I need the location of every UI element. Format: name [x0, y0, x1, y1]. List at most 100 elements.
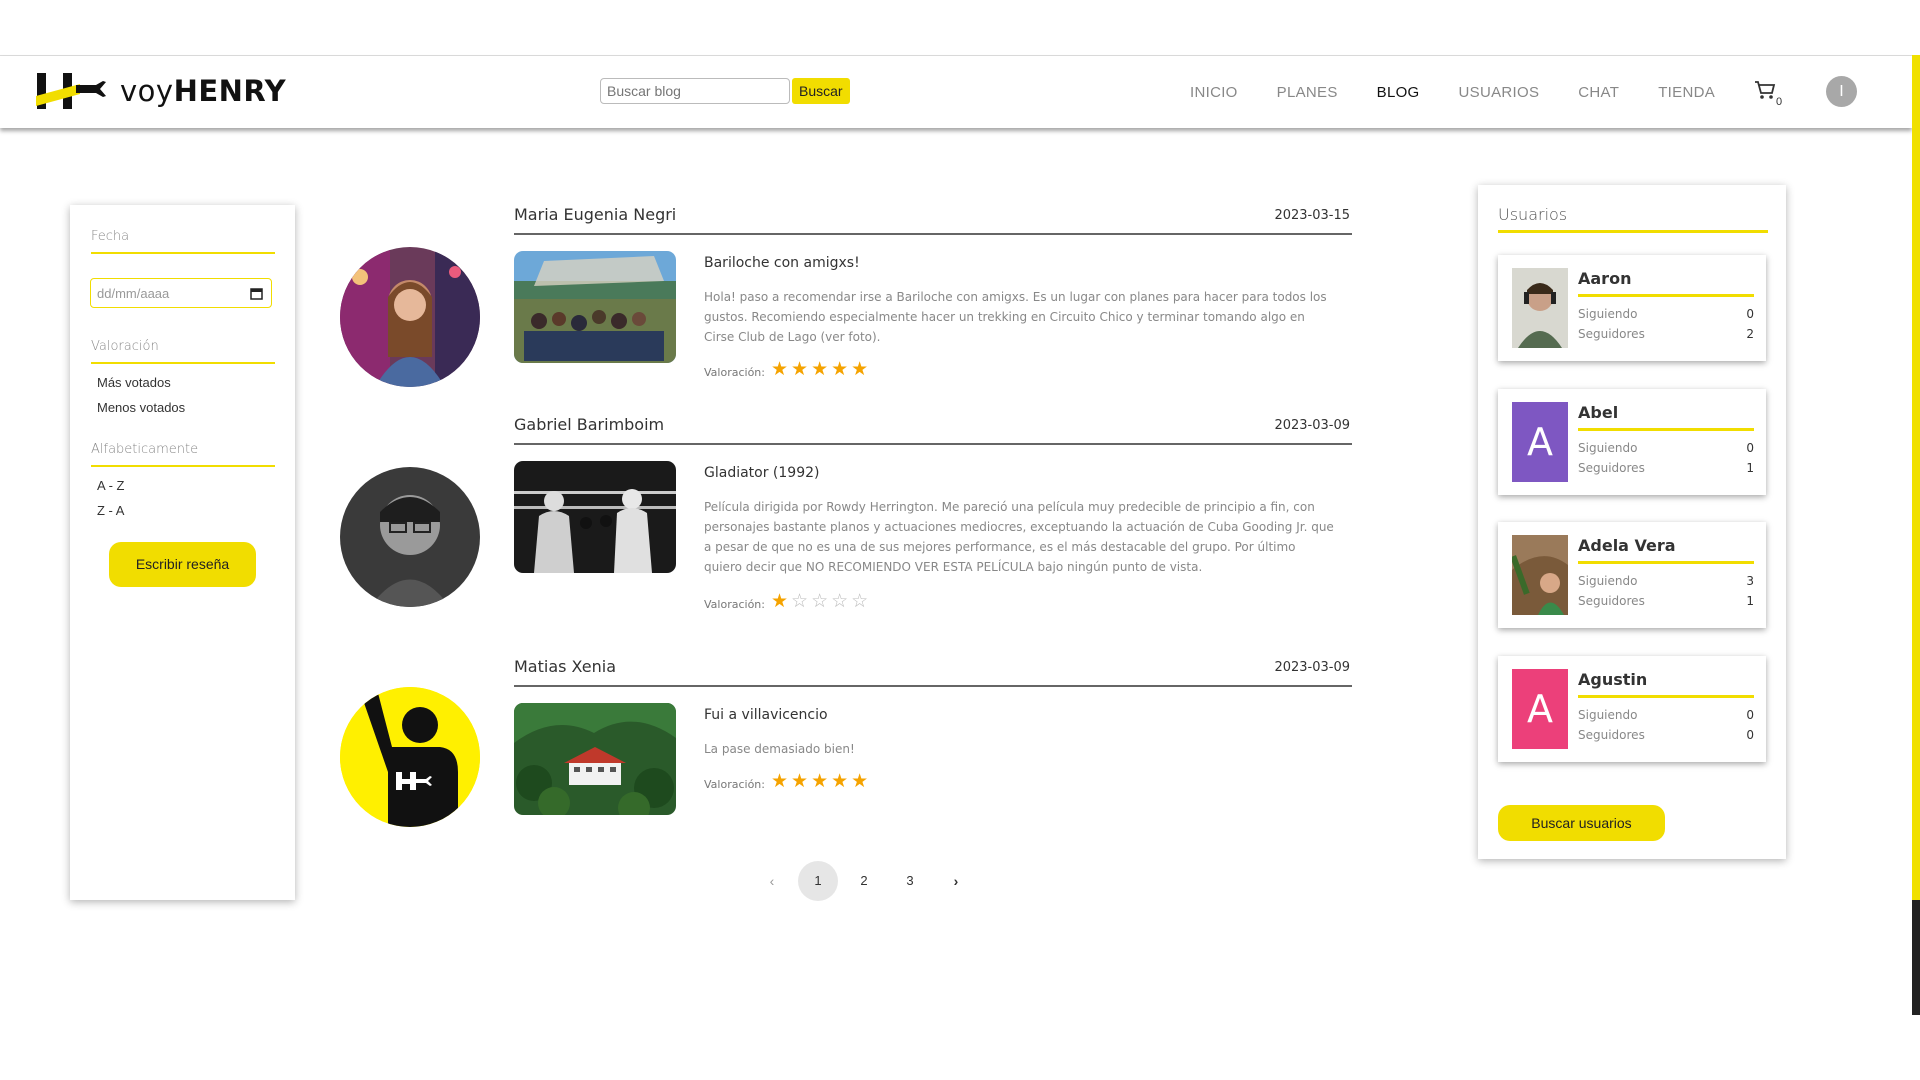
star-outline-icon: ☆ [851, 591, 869, 612]
star-icon: ★ [811, 359, 829, 380]
star-icon: ★ [770, 591, 789, 612]
page-2[interactable]: 2 [844, 861, 884, 901]
calendar-icon[interactable] [250, 279, 263, 310]
pagination-next[interactable]: › [936, 861, 976, 901]
nav-blog[interactable]: BLOG [1377, 84, 1420, 101]
post-date: 2023-03-09 [1274, 418, 1350, 433]
blog-post: Matias Xenia 2023-03-09 Fui a villavicen… [340, 657, 1352, 837]
post-title[interactable]: Fui a villavicencio [704, 707, 828, 723]
user-card[interactable]: A Agustin Siguiendo 0 Seguidores 0 [1498, 656, 1766, 762]
post-date: 2023-03-15 [1274, 208, 1350, 223]
user-following: Siguiendo 0 [1578, 307, 1754, 321]
star-icon: ★ [770, 771, 789, 792]
user-name[interactable]: Adela Vera [1578, 536, 1754, 564]
user-followers: Seguidores 1 [1578, 594, 1754, 608]
star-icon: ★ [831, 771, 849, 792]
post-header: Gabriel Barimboim 2023-03-09 [514, 415, 1352, 445]
search-input[interactable] [600, 78, 790, 104]
rating-label: Valoración: [704, 366, 765, 379]
navbar: voyHENRY Buscar INICIO PLANES BLOG USUAR… [0, 56, 1912, 128]
star-icon: ★ [791, 771, 809, 792]
post-title[interactable]: Gladiator (1992) [704, 465, 820, 481]
star-outline-icon: ☆ [791, 591, 809, 612]
star-icon: ★ [831, 359, 849, 380]
star-icon: ★ [770, 359, 789, 380]
logo-text: voyHENRY [120, 74, 287, 108]
nav-planes[interactable]: PLANES [1277, 84, 1338, 101]
author-avatar[interactable] [340, 687, 480, 827]
logo[interactable]: voyHENRY [36, 70, 286, 112]
star-icon: ★ [811, 771, 829, 792]
pagination-prev[interactable]: ‹ [752, 861, 792, 901]
user-followers: Seguidores 0 [1578, 728, 1754, 742]
scrollbar-track[interactable] [1912, 55, 1920, 1015]
nav-usuarios[interactable]: USUARIOS [1459, 84, 1540, 101]
blog-post: Maria Eugenia Negri 2023-03-15 Bariloche… [340, 205, 1352, 395]
search-bar: Buscar [600, 78, 850, 104]
author-avatar[interactable] [340, 247, 480, 387]
user-name[interactable]: Agustin [1578, 670, 1754, 698]
post-image[interactable] [514, 251, 676, 363]
post-title[interactable]: Bariloche con amigxs! [704, 255, 860, 271]
browser-top-strip [0, 0, 1920, 56]
post-rating: Valoración: ★ ★ ★ ★ ★ [704, 358, 871, 381]
post-author[interactable]: Gabriel Barimboim [514, 415, 664, 434]
rating-label: Valoración: [704, 598, 765, 611]
user-avatar-letter: A [1512, 402, 1568, 482]
main-nav: INICIO PLANES BLOG USUARIOS CHAT TIENDA [1190, 56, 1754, 128]
pagination: ‹ 1 2 3 › [752, 861, 982, 901]
cart-count: 0 [1776, 96, 1783, 108]
users-panel-title: Usuarios [1498, 205, 1768, 233]
user-card[interactable]: A Abel Siguiendo 0 Seguidores 1 [1498, 389, 1766, 495]
user-avatar-letter: A [1512, 669, 1568, 749]
valoracion-label: Valoración [91, 339, 275, 364]
user-name[interactable]: Abel [1578, 403, 1754, 431]
post-author[interactable]: Matias Xenia [514, 657, 616, 676]
user-following: Siguiendo 3 [1578, 574, 1754, 588]
user-followers: Seguidores 2 [1578, 327, 1754, 341]
write-review-button[interactable]: Escribir reseña [109, 542, 256, 587]
sort-a-z[interactable]: A - Z [97, 478, 124, 493]
users-panel: Usuarios Aaron Siguiendo 0 Seguidores 2 A … [1478, 185, 1786, 859]
date-input[interactable]: dd/mm/aaaa [90, 278, 272, 308]
post-body: Película dirigida por Rowdy Herrington. … [704, 500, 1334, 574]
post-image[interactable] [514, 703, 676, 815]
post-author[interactable]: Maria Eugenia Negri [514, 205, 676, 224]
fecha-label: Fecha [91, 229, 275, 254]
page-3[interactable]: 3 [890, 861, 930, 901]
search-button[interactable]: Buscar [792, 78, 850, 104]
filter-panel: Fecha dd/mm/aaaa Valoración Más votados … [70, 205, 295, 900]
post-header: Matias Xenia 2023-03-09 [514, 657, 1352, 687]
sort-most-voted[interactable]: Más votados [97, 375, 171, 390]
user-name[interactable]: Aaron [1578, 269, 1754, 297]
henry-logo-icon [36, 73, 106, 109]
sort-least-voted[interactable]: Menos votados [97, 400, 185, 415]
nav-chat[interactable]: CHAT [1578, 84, 1619, 101]
user-avatar[interactable]: I [1826, 76, 1857, 107]
post-body: La pase demasiado bien! [704, 742, 855, 756]
user-card[interactable]: Aaron Siguiendo 0 Seguidores 2 [1498, 255, 1766, 361]
post-image[interactable] [514, 461, 676, 573]
alfabeticamente-label: Alfabeticamente [91, 442, 275, 467]
date-placeholder: dd/mm/aaaa [97, 286, 170, 301]
user-following: Siguiendo 0 [1578, 441, 1754, 455]
user-card[interactable]: Adela Vera Siguiendo 3 Seguidores 1 [1498, 522, 1766, 628]
star-outline-icon: ☆ [811, 591, 829, 612]
nav-inicio[interactable]: INICIO [1190, 84, 1238, 101]
search-users-button[interactable]: Buscar usuarios [1498, 805, 1665, 841]
cart-button[interactable]: 0 [1754, 80, 1782, 108]
blog-post: Gabriel Barimboim 2023-03-09 Gladiator (… [340, 415, 1352, 635]
sort-z-a[interactable]: Z - A [97, 503, 124, 518]
user-avatar: A [1512, 402, 1568, 482]
post-header: Maria Eugenia Negri 2023-03-15 [514, 205, 1352, 235]
nav-tienda[interactable]: TIENDA [1658, 84, 1715, 101]
post-rating: Valoración: ★ ☆ ☆ ☆ ☆ [704, 590, 871, 613]
scrollbar-thumb[interactable] [1912, 900, 1920, 1015]
user-avatar [1512, 268, 1568, 348]
star-outline-icon: ☆ [831, 591, 849, 612]
author-avatar[interactable] [340, 467, 480, 607]
post-date: 2023-03-09 [1274, 660, 1350, 675]
user-following: Siguiendo 0 [1578, 708, 1754, 722]
page-1[interactable]: 1 [798, 861, 838, 901]
post-body: Hola! paso a recomendar irse a Bariloche… [704, 290, 1327, 344]
